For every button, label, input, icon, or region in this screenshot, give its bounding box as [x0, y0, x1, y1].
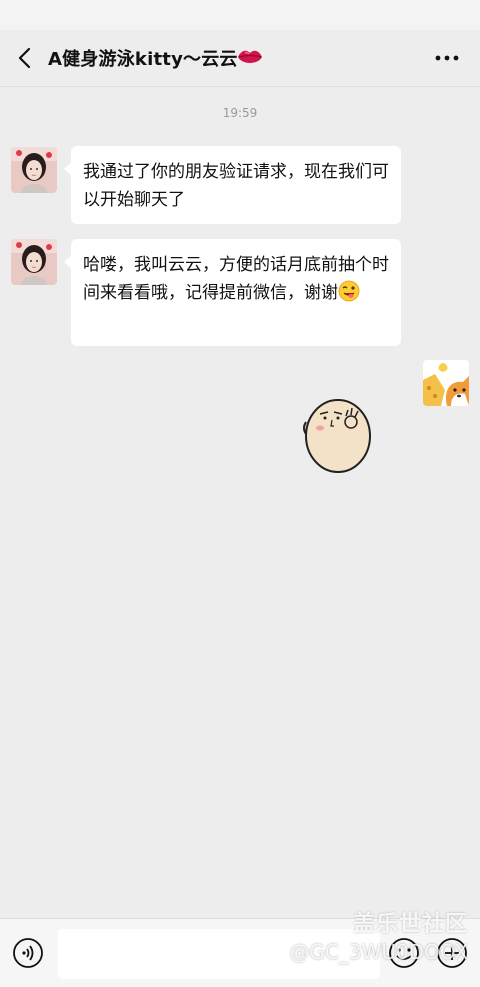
- self-avatar[interactable]: [423, 360, 469, 406]
- watermark-community: 盖乐世社区: [352, 912, 468, 937]
- message-bubble[interactable]: 我通过了你的朋友验证请求，现在我们可以开始聊天了: [64, 146, 401, 224]
- voice-input-icon[interactable]: [12, 937, 44, 969]
- chat-header: A健身游泳kitty～云云: [0, 30, 480, 87]
- message-text: 我通过了你的朋友验证请求，现在我们可以开始聊天了: [83, 162, 389, 210]
- contact-avatar[interactable]: [11, 239, 57, 285]
- back-arrow-icon[interactable]: [12, 44, 40, 72]
- contact-avatar[interactable]: [11, 147, 57, 193]
- status-bar: [0, 0, 480, 30]
- chat-title: A健身游泳kitty～云云: [48, 49, 238, 70]
- egg-ok-sticker[interactable]: [298, 388, 378, 478]
- wink-tongue-emoji-icon: [338, 280, 360, 302]
- message-timestamp: 19:59: [222, 106, 258, 120]
- message-bubble[interactable]: 哈喽，我叫云云，方便的话月底前抽个时间来看看哦，记得提前微信，谢谢: [64, 239, 401, 346]
- lips-icon: [238, 50, 262, 63]
- more-options-icon[interactable]: [432, 48, 462, 68]
- watermark-handle: @GC_3WU0DOOX: [289, 940, 468, 964]
